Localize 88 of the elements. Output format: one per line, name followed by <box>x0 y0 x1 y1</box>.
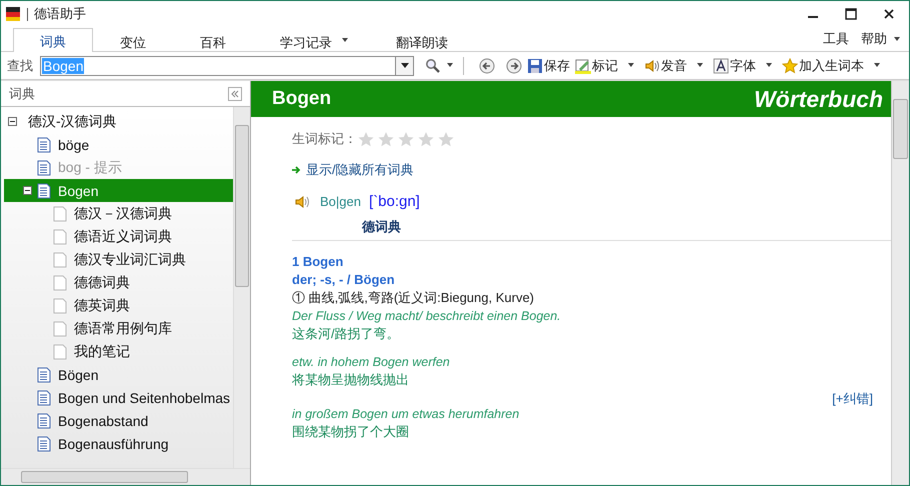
font-icon <box>713 58 729 74</box>
caret-icon[interactable] <box>341 38 349 43</box>
pencil-icon <box>575 58 591 74</box>
page-icon <box>53 344 67 360</box>
tree-item[interactable]: 德汉-汉德词典 <box>4 110 233 133</box>
definition: ① 曲线,弧线,弯路(近义词:Biegung, Kurve) <box>292 289 535 306</box>
example-translation: 将某物呈抛物线抛出 <box>292 371 410 388</box>
page-icon <box>53 274 67 290</box>
window-title: 德语助手 <box>34 5 86 23</box>
example-sentence: etw. in hohem Bogen werfen <box>292 354 451 371</box>
tree-item[interactable]: 德德词典 <box>4 271 233 294</box>
tree-item[interactable]: böge <box>4 133 233 156</box>
tab[interactable]: 词典 <box>13 28 93 52</box>
tree-item[interactable]: 德汉－汉德词典 <box>4 202 233 225</box>
document-icon <box>37 160 51 176</box>
collapse-box-icon[interactable] <box>23 186 32 195</box>
example-translation: 围绕某物拐了个大圈 <box>292 423 410 440</box>
toolbar-button[interactable]: 加入生词本 <box>782 56 864 74</box>
toggle-link[interactable]: 显示/隐藏所有词典 <box>306 161 414 179</box>
maximize-icon[interactable] <box>845 8 857 20</box>
page-icon <box>53 228 67 244</box>
page-icon <box>53 252 67 268</box>
section-title: 德词典 <box>362 219 401 234</box>
star-label: 生词标记： <box>292 130 357 148</box>
document-icon <box>37 436 51 452</box>
tree-item[interactable]: Bogen und Seitenhobelmas <box>4 386 233 409</box>
close-icon[interactable] <box>883 8 895 20</box>
collapse-box-icon[interactable] <box>8 117 17 126</box>
search-label: 查找 <box>7 56 33 74</box>
example-sentence: Der Fluss / Weg macht/ beschreibt einen Bogen. <box>292 308 562 325</box>
speaker-icon <box>644 58 660 74</box>
tab[interactable]: 翻译朗读 <box>369 29 475 51</box>
headword: Bo|gen <box>320 194 361 209</box>
back-icon[interactable] <box>479 58 495 74</box>
tree-item[interactable]: Bögen <box>4 363 233 386</box>
document-icon <box>37 136 51 152</box>
tree-item[interactable]: 我的笔记 <box>4 340 233 363</box>
entry-word: Bogen <box>272 88 332 110</box>
caret-icon[interactable] <box>873 63 881 68</box>
menu-item[interactable]: 帮助 <box>855 26 893 52</box>
toolbar-button[interactable]: 字体 <box>713 56 756 74</box>
tree-item[interactable]: 德语近义词词典 <box>4 225 233 248</box>
caret-icon[interactable] <box>765 63 773 68</box>
caret-icon[interactable] <box>893 36 901 42</box>
tree-item[interactable]: Bogen <box>4 179 233 202</box>
speaker-icon[interactable] <box>294 194 312 210</box>
banner-title: Wörterbuch <box>754 86 883 112</box>
example-translation: 这条河/路拐了弯。 <box>292 325 401 342</box>
panel-title: 词典 <box>9 84 35 102</box>
correction-link[interactable]: [+纠错] <box>832 390 873 408</box>
tree-item[interactable]: 德英词典 <box>4 294 233 317</box>
tree-item[interactable]: 德汉专业词汇词典 <box>4 248 233 271</box>
tab[interactable]: 变位 <box>93 29 173 51</box>
tree-item[interactable]: Bogenausführung <box>4 432 233 455</box>
caret-icon[interactable] <box>446 63 454 68</box>
toolbar-button[interactable]: 保存 <box>527 56 570 74</box>
collapse-icon[interactable] <box>228 86 242 100</box>
app-logo-icon <box>5 6 21 22</box>
star-icon <box>782 58 798 74</box>
caret-icon <box>400 63 408 68</box>
page-icon <box>53 320 67 336</box>
star-rating[interactable] <box>357 130 455 148</box>
toolbar-button[interactable]: 发音 <box>644 56 687 74</box>
toolbar-button[interactable]: 标记 <box>575 56 618 74</box>
phonetic: [`bo:gn] <box>368 193 420 210</box>
document-icon <box>37 412 51 428</box>
tree-item[interactable]: Bogenabstand <box>4 409 233 432</box>
tab[interactable]: 百科 <box>173 29 253 51</box>
grammar-info: der; -s, - / Bögen <box>292 271 396 289</box>
dropdown-button[interactable] <box>396 56 414 76</box>
tree-item[interactable]: 德语常用例句库 <box>4 317 233 340</box>
scrollbar[interactable] <box>891 81 909 485</box>
caret-icon[interactable] <box>627 63 635 68</box>
menu-item[interactable]: 工具 <box>817 26 855 52</box>
scrollbar[interactable] <box>233 107 250 468</box>
tab[interactable]: 学习记录 <box>253 29 339 51</box>
sense-title: 1 Bogen <box>292 253 344 271</box>
search-icon[interactable] <box>425 58 441 74</box>
page-icon <box>53 298 67 314</box>
caret-icon[interactable] <box>696 63 704 68</box>
page-icon <box>53 206 67 222</box>
forward-icon[interactable] <box>506 58 522 74</box>
document-icon <box>37 390 51 406</box>
arrow-icon <box>292 166 301 174</box>
document-icon <box>37 182 51 198</box>
scrollbar[interactable] <box>1 468 250 485</box>
example-sentence: in großem Bogen um etwas herumfahren <box>292 406 520 423</box>
document-icon <box>37 366 51 382</box>
